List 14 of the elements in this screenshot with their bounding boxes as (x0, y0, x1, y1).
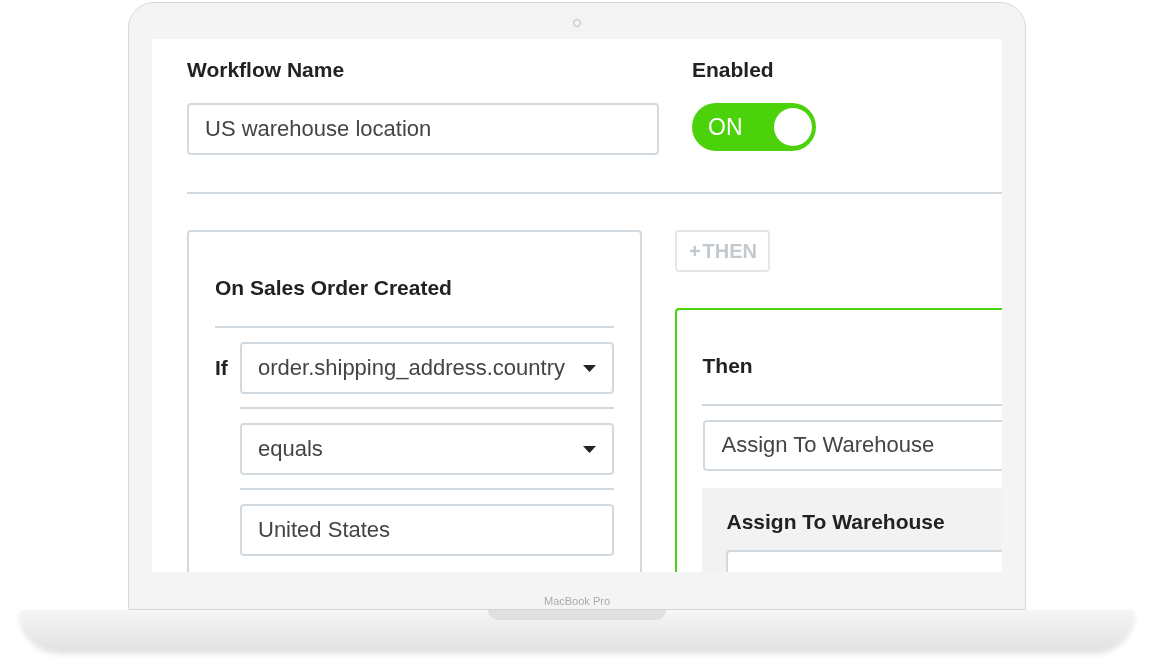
action-field[interactable]: Assign To Warehouse (703, 419, 1002, 471)
card-title: Then (702, 354, 754, 378)
caret-icon (583, 445, 597, 453)
card-title: On Sales Order Created (215, 276, 453, 300)
device-label: MacBook Pro (544, 595, 610, 607)
select-field[interactable]: order.shipping_address.country (240, 342, 615, 394)
field-label: Enabled (692, 58, 775, 82)
caret-icon (583, 364, 597, 372)
select-field[interactable]: equals (240, 423, 615, 475)
if-label: If (215, 356, 229, 380)
input-field[interactable]: United States (240, 504, 615, 556)
panel-title: Assign To Warehouse (726, 510, 946, 534)
workflow-name-field[interactable]: US warehouse location (187, 103, 659, 155)
field-label: Workflow Name (187, 58, 346, 82)
